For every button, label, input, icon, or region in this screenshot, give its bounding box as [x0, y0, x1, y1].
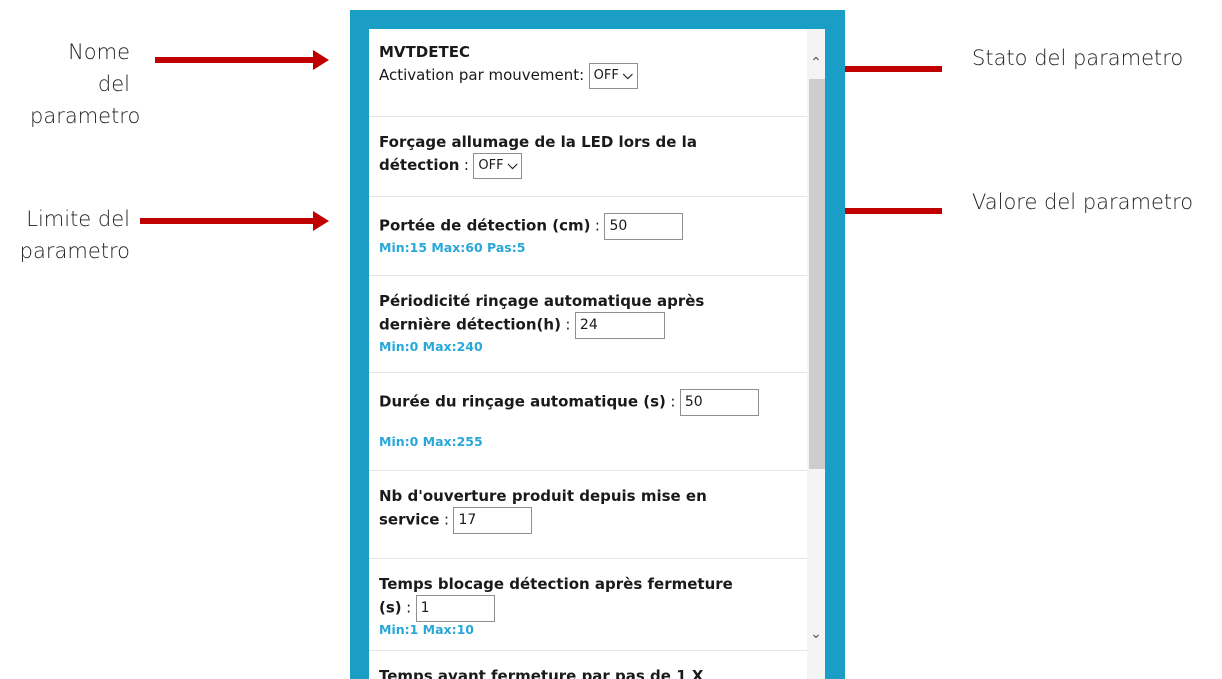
colon: : — [670, 392, 676, 411]
nome-line2: parametro — [30, 104, 141, 128]
parameter-item-close-time: Temps avant fermeture par pas de 1 X — [369, 651, 810, 679]
colon: : — [443, 510, 449, 529]
parameter-label-line2: dernière détection(h) — [379, 315, 561, 334]
value-input[interactable]: 17 — [453, 507, 533, 534]
vertical-scrollbar[interactable]: ⌃ ⌄ — [807, 29, 825, 679]
parameter-label: Portée de détection (cm) — [379, 216, 591, 235]
limite-arrow — [140, 211, 329, 231]
select-value: OFF — [593, 68, 619, 83]
parameter-item-detection-range: Portée de détection (cm) : 50 Min:15 Max… — [369, 197, 810, 276]
parameter-label-line1: Nb d'ouverture produit depuis mise en — [379, 487, 707, 505]
select-value: OFF — [478, 158, 504, 173]
valore-annotation: Valore del parametro — [972, 190, 1194, 214]
scrollbar-thumb[interactable] — [809, 79, 825, 469]
nome-annotation: Nome del parametro — [30, 36, 141, 132]
value-input[interactable]: 50 — [604, 213, 684, 240]
parameter-limit: Min:15 Max:60 Pas:5 — [379, 240, 526, 255]
value-input[interactable]: 1 — [415, 595, 495, 622]
chevron-down-icon[interactable]: ⌄ — [807, 624, 825, 644]
limite-line2: parametro — [19, 239, 130, 263]
parameter-limit: Min:0 Max:240 — [379, 339, 483, 354]
parameter-label-line2: service — [379, 510, 440, 529]
parameter-name: MVTDETEC — [379, 43, 470, 61]
parameter-item-rinse-duration: Durée du rinçage automatique (s) : 50 Mi… — [369, 373, 810, 471]
colon: : — [463, 156, 469, 175]
stato-annotation: Stato del parametro — [972, 46, 1184, 70]
parameter-item-led-forcing: Forçage allumage de la LED lors de la dé… — [369, 117, 810, 197]
parameter-label-line1: Périodicité rinçage automatique après — [379, 292, 705, 310]
nome-arrow — [155, 50, 329, 70]
parameter-label-line2: (s) — [379, 598, 402, 617]
parameter-label-line2: détection — [379, 156, 460, 175]
chevron-up-icon[interactable]: ⌃ — [807, 53, 825, 73]
parameter-item-open-count: Nb d'ouverture produit depuis mise en se… — [369, 471, 810, 559]
colon: : — [594, 216, 600, 235]
chevron-down-icon: ⌵ — [507, 158, 518, 173]
parameter-limit: Min:0 Max:255 — [379, 434, 483, 449]
parameter-item-block-time: Temps blocage détection après fermeture … — [369, 559, 810, 651]
parameter-list: MVTDETEC Activation par mouvement: OFF ⌵ … — [369, 29, 810, 679]
chevron-down-icon: ⌵ — [622, 68, 633, 83]
parameter-label-line1: Temps blocage détection après fermeture — [379, 575, 733, 593]
parameter-label: Activation par mouvement: — [379, 66, 585, 85]
parameter-label-line1: Forçage allumage de la LED lors de la — [379, 133, 697, 151]
parameter-label: Durée du rinçage automatique (s) — [379, 392, 666, 411]
colon: : — [565, 315, 571, 334]
state-select[interactable]: OFF ⌵ — [473, 153, 523, 179]
parameter-item-rinse-periodicity: Périodicité rinçage automatique après de… — [369, 276, 810, 373]
nome-line1: Nome del — [68, 40, 130, 96]
colon: : — [406, 598, 412, 617]
parameter-list-container: MVTDETEC Activation par mouvement: OFF ⌵ … — [369, 29, 825, 679]
parameter-limit: Min:1 Max:10 — [379, 622, 475, 637]
limite-line1: Limite del — [26, 207, 130, 231]
parameter-panel: MVTDETEC Activation par mouvement: OFF ⌵ … — [350, 10, 845, 679]
limite-annotation: Limite del parametro — [5, 203, 130, 267]
value-input[interactable]: 24 — [574, 312, 665, 339]
state-select[interactable]: OFF ⌵ — [588, 63, 638, 89]
parameter-item-mvtdetec: MVTDETEC Activation par mouvement: OFF ⌵ — [369, 29, 810, 117]
value-input[interactable]: 50 — [679, 389, 759, 416]
